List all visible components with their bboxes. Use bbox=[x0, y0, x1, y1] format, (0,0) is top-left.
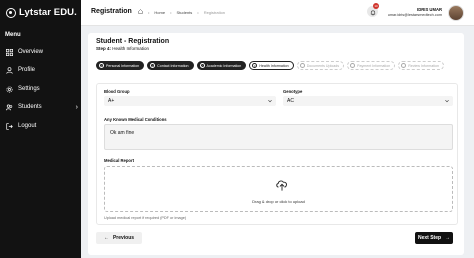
sidebar-item-profile[interactable]: Profile bbox=[6, 65, 78, 75]
document-icon: · bbox=[299, 63, 305, 68]
breadcrumb-current: Registration bbox=[203, 9, 226, 15]
breadcrumb-separator: • bbox=[170, 9, 172, 15]
next-step-button[interactable]: Next Step → bbox=[415, 232, 453, 244]
step-academic-information[interactable]: ✓ Academic Information bbox=[196, 61, 247, 70]
sidebar-item-logout[interactable]: Logout bbox=[6, 121, 78, 131]
breadcrumb-separator: • bbox=[197, 9, 199, 15]
step-label: Health Information bbox=[259, 63, 289, 68]
upload-hint: Upload medical report if required (PDF o… bbox=[104, 216, 187, 220]
breadcrumb-students[interactable]: Students bbox=[176, 10, 192, 15]
registration-card: Student - Registration Step 4: Health In… bbox=[88, 33, 464, 255]
medical-report-label: Medical Report bbox=[104, 158, 135, 163]
top-bar: Registration • Home • Students • Registr… bbox=[81, 0, 474, 26]
step-label: Personal Information bbox=[106, 63, 140, 68]
step-review-information[interactable]: · Review Information bbox=[398, 61, 444, 70]
step-label: Payment Information bbox=[357, 63, 391, 68]
sidebar-item-label: Logout bbox=[18, 123, 37, 129]
conditions-textarea[interactable]: Ok am fine bbox=[104, 124, 453, 150]
conditions-label: Any Known Medical Conditions bbox=[104, 117, 167, 122]
sidebar: Lytstar EDU. Menu Overview Profile Setti… bbox=[0, 0, 81, 258]
step-health-information[interactable]: ≡ Health Information bbox=[249, 61, 294, 70]
users-icon bbox=[6, 103, 13, 111]
sidebar-item-label: Students bbox=[18, 104, 42, 110]
genotype-value: AC bbox=[287, 98, 294, 104]
health-form: Blood Group A+ Genotype AC Any Known Med… bbox=[96, 83, 458, 225]
sidebar-item-label: Profile bbox=[18, 67, 36, 73]
clipboard-icon: ≡ bbox=[252, 63, 258, 68]
avatar[interactable] bbox=[448, 5, 464, 21]
notification-badge: 10 bbox=[373, 3, 379, 9]
genotype-label: Genotype bbox=[283, 89, 303, 94]
blood-group-value: A+ bbox=[108, 98, 115, 104]
previous-button[interactable]: ← Previous bbox=[96, 232, 142, 244]
step-payment-information[interactable]: · Payment Information bbox=[347, 61, 396, 70]
check-icon: ✓ bbox=[99, 63, 104, 68]
menu-label: Menu bbox=[5, 32, 21, 38]
next-label: Next Step bbox=[417, 235, 442, 241]
card-icon: · bbox=[350, 63, 356, 68]
upload-text: Drag & drop or click to upload bbox=[252, 199, 305, 204]
breadcrumb-home[interactable]: Home bbox=[154, 10, 165, 15]
home-icon[interactable] bbox=[138, 9, 143, 15]
arrow-left-icon: ← bbox=[103, 235, 109, 241]
medical-report-dropzone[interactable]: Drag & drop or click to upload bbox=[104, 166, 453, 212]
previous-label: Previous bbox=[112, 235, 135, 241]
logo-text: Lytstar EDU. bbox=[19, 7, 77, 18]
chevron-down-icon bbox=[268, 99, 272, 103]
check-icon: ✓ bbox=[199, 63, 205, 68]
step-prefix: Step 4: bbox=[96, 46, 112, 51]
page-title: Registration bbox=[91, 8, 132, 15]
step-personal-information[interactable]: ✓ Personal Information bbox=[96, 61, 145, 70]
step-contact-information[interactable]: ✓ Contact Information bbox=[147, 61, 194, 70]
stepper: ✓ Personal Information ✓ Contact Informa… bbox=[96, 61, 444, 70]
gear-icon bbox=[6, 85, 13, 93]
upload-icon bbox=[276, 180, 287, 191]
step-documents-uploads[interactable]: · Documents Uploads bbox=[296, 61, 345, 70]
step-label: Academic Information bbox=[206, 63, 242, 68]
logout-icon bbox=[6, 122, 13, 130]
step-label: Review Information bbox=[408, 63, 439, 68]
eye-icon: · bbox=[401, 63, 407, 68]
genotype-select[interactable]: AC bbox=[283, 96, 453, 106]
check-icon: ✓ bbox=[150, 63, 156, 68]
chevron-down-icon bbox=[445, 99, 449, 103]
logo[interactable]: Lytstar EDU. bbox=[6, 7, 77, 18]
logo-icon bbox=[6, 7, 16, 18]
step-label: Documents Uploads bbox=[306, 63, 340, 68]
sidebar-item-overview[interactable]: Overview bbox=[6, 47, 78, 57]
sidebar-item-label: Settings bbox=[18, 86, 40, 92]
sidebar-item-settings[interactable]: Settings bbox=[6, 84, 78, 94]
blood-group-select[interactable]: A+ bbox=[104, 96, 276, 106]
sidebar-item-label: Overview bbox=[18, 49, 44, 55]
breadcrumb: • Home • Students • Registration bbox=[138, 9, 225, 15]
grid-icon bbox=[6, 48, 13, 56]
blood-group-label: Blood Group bbox=[104, 89, 130, 94]
user-name: IDRIS UMAR bbox=[417, 7, 442, 12]
user-email: umar.idris@lestarsmedtech.com bbox=[387, 13, 442, 17]
step-label: Step 4: Health Information bbox=[96, 46, 149, 51]
step-name: Health Information bbox=[112, 46, 150, 51]
sidebar-item-students[interactable]: Students › bbox=[6, 102, 78, 112]
card-title: Student - Registration bbox=[96, 38, 170, 45]
breadcrumb-separator: • bbox=[148, 9, 150, 15]
arrow-right-icon: → bbox=[445, 235, 451, 241]
chevron-right-icon[interactable]: › bbox=[76, 104, 78, 111]
step-label: Contact Information bbox=[157, 63, 189, 68]
user-icon bbox=[6, 66, 13, 74]
